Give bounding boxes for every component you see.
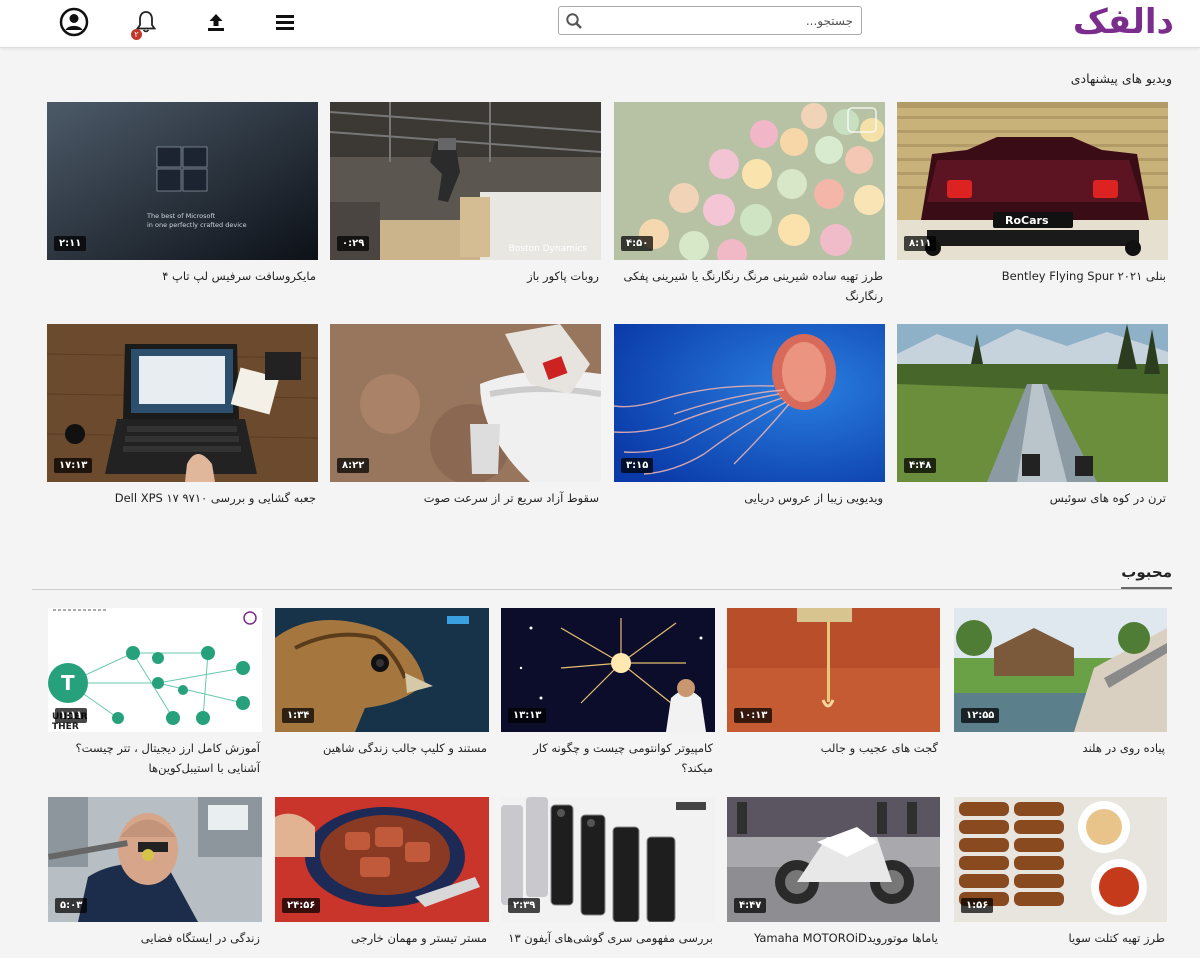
- video-card[interactable]: ۴:۴۷ یاماها موتورویدYamaha MOTOROiD: [727, 797, 940, 948]
- suggested-section-title: ویدیو های پیشنهادی: [1070, 71, 1172, 86]
- video-duration: ۰:۲۹: [337, 236, 370, 251]
- video-title[interactable]: بررسی مفهومی سری گوشی‌های آیفون ۱۳: [501, 928, 715, 948]
- video-card[interactable]: ۵:۰۳ زندگی در ایستگاه فضایی: [48, 797, 262, 948]
- video-thumbnail[interactable]: ۲۴:۵۶: [275, 797, 489, 922]
- video-thumbnail[interactable]: ۴:۵۰: [614, 102, 885, 260]
- video-thumbnail[interactable]: ۱:۵۶: [954, 797, 1167, 922]
- video-title[interactable]: یاماها موتورویدYamaha MOTOROiD: [727, 928, 940, 948]
- search-input[interactable]: [593, 10, 853, 31]
- site-logo[interactable]: دالفک: [1073, 2, 1175, 42]
- video-card[interactable]: ۸:۲۲ سقوط آزاد سریع تر از سرعت صوت: [330, 324, 601, 508]
- video-thumbnail[interactable]: ۱۰:۱۳: [727, 608, 940, 732]
- video-duration: ۸:۱۱: [904, 236, 937, 251]
- video-thumbnail[interactable]: ۱۳:۱۳: [501, 608, 715, 732]
- thumbnail-overlay-text: Boston Dynamics: [508, 244, 587, 254]
- video-thumbnail[interactable]: ۳:۱۵: [614, 324, 885, 482]
- upload-icon[interactable]: [201, 7, 231, 37]
- search-box: [558, 6, 862, 35]
- video-title[interactable]: گجت های عجیب و جالب: [727, 738, 940, 758]
- video-title[interactable]: جعبه گشایی و بررسی Dell XPS ۱۷ ۹۷۱۰: [47, 488, 318, 508]
- video-card[interactable]: ۱۰:۱۳ گجت های عجیب و جالب: [727, 608, 940, 758]
- video-title[interactable]: مستر تیستر و مهمان خارجی: [275, 928, 489, 948]
- video-title[interactable]: پیاده روی در هلند: [954, 738, 1167, 758]
- video-thumbnail[interactable]: T UNDER THER ACCOUNT ۱:۱۱: [48, 608, 262, 732]
- video-title[interactable]: ترن در کوه های سوئیس: [897, 488, 1168, 508]
- video-title[interactable]: مایکروسافت سرفیس لپ تاپ ۴: [47, 266, 318, 286]
- video-card[interactable]: ۱۲:۵۵ پیاده روی در هلند: [954, 608, 1167, 758]
- video-duration: ۵:۰۳: [55, 898, 88, 913]
- video-card[interactable]: ۱۳:۱۳ کامپیوتر کوانتومی چیست و چگونه کار…: [501, 608, 715, 778]
- video-duration: ۸:۲۲: [337, 458, 370, 473]
- search-icon[interactable]: [565, 12, 583, 30]
- video-card[interactable]: ۴:۴۸ ترن در کوه های سوئیس: [897, 324, 1168, 508]
- video-title[interactable]: سقوط آزاد سریع تر از سرعت صوت: [330, 488, 601, 508]
- video-duration: ۴:۵۰: [621, 236, 654, 251]
- video-thumbnail[interactable]: ۴:۴۸: [897, 324, 1168, 482]
- video-thumbnail[interactable]: ۱۷:۱۳: [47, 324, 318, 482]
- video-card[interactable]: ۱:۳۴ مستند و کلیپ جالب زندگی شاهین: [275, 608, 489, 758]
- video-duration: ۱:۳۴: [282, 708, 315, 723]
- video-title[interactable]: کامپیوتر کوانتومی چیست و چگونه کار میکند…: [501, 738, 715, 778]
- video-duration: ۱:۱۱: [55, 708, 88, 723]
- popular-section-title: محبوب: [1121, 563, 1172, 589]
- thumbnail-overlay-text: RoCars: [1005, 214, 1049, 227]
- video-title[interactable]: طرز تهیه کتلت سویا: [954, 928, 1167, 948]
- svg-text:T: T: [61, 671, 75, 695]
- video-card[interactable]: RoCars ۸:۱۱ بنلی Bentley Flying Spur ۲۰۲…: [897, 102, 1168, 286]
- video-thumbnail[interactable]: ۴:۴۷: [727, 797, 940, 922]
- video-duration: ۴:۴۸: [904, 458, 937, 473]
- video-card[interactable]: Boston Dynamics ۰:۲۹ روبات پاکور باز: [330, 102, 601, 286]
- video-duration: ۱۳:۱۳: [508, 708, 547, 723]
- video-card[interactable]: ۱:۵۶ طرز تهیه کتلت سویا: [954, 797, 1167, 948]
- video-thumbnail[interactable]: ۸:۲۲: [330, 324, 601, 482]
- video-card[interactable]: ۳:۱۵ ویدیویی زیبا از عروس دریایی: [614, 324, 885, 508]
- video-title[interactable]: طرز تهیه ساده شیرینی مرنگ رنگارنگ یا شیر…: [614, 266, 885, 306]
- video-duration: ۲۴:۵۶: [282, 898, 321, 913]
- video-thumbnail[interactable]: Boston Dynamics ۰:۲۹: [330, 102, 601, 260]
- section-divider: [32, 589, 1172, 590]
- video-thumbnail[interactable]: ۱:۳۴: [275, 608, 489, 732]
- account-icon[interactable]: [59, 7, 89, 37]
- video-duration: ۱۰:۱۳: [734, 708, 773, 723]
- video-thumbnail[interactable]: ۲:۳۹: [501, 797, 715, 922]
- video-card[interactable]: ۲۴:۵۶ مستر تیستر و مهمان خارجی: [275, 797, 489, 948]
- video-duration: ۲:۱۱: [54, 236, 87, 251]
- video-title[interactable]: زندگی در ایستگاه فضایی: [48, 928, 262, 948]
- video-card[interactable]: ۴:۵۰ طرز تهیه ساده شیرینی مرنگ رنگارنگ ی…: [614, 102, 885, 306]
- video-duration: ۱:۵۶: [961, 898, 994, 913]
- video-duration: ۴:۴۷: [734, 898, 767, 913]
- notification-badge: ۲: [131, 29, 142, 40]
- video-card[interactable]: ۲:۳۹ بررسی مفهومی سری گوشی‌های آیفون ۱۳: [501, 797, 715, 948]
- notification-bell-icon[interactable]: ۲: [131, 7, 161, 40]
- video-card[interactable]: T UNDER THER ACCOUNT ۱:۱۱ آموزش کامل ارز…: [48, 608, 262, 778]
- menu-icon[interactable]: [270, 7, 300, 37]
- video-duration: ۲:۳۹: [508, 898, 541, 913]
- video-duration: ۳:۱۵: [621, 458, 654, 473]
- top-header: ۲ دالفک: [0, 0, 1200, 48]
- thumbnail-overlay-text: The best of Microsoft in one perfectly c…: [147, 212, 247, 229]
- video-thumbnail[interactable]: The best of Microsoft in one perfectly c…: [47, 102, 318, 260]
- video-title[interactable]: آموزش کامل ارز دیجیتال ، تتر چیست؟ آشنای…: [48, 738, 262, 778]
- video-duration: ۱۷:۱۳: [54, 458, 93, 473]
- video-title[interactable]: بنلی Bentley Flying Spur ۲۰۲۱: [897, 266, 1168, 286]
- video-title[interactable]: مستند و کلیپ جالب زندگی شاهین: [275, 738, 489, 758]
- video-title[interactable]: ویدیویی زیبا از عروس دریایی: [614, 488, 885, 508]
- video-thumbnail[interactable]: ۱۲:۵۵: [954, 608, 1167, 732]
- video-thumbnail[interactable]: ۵:۰۳: [48, 797, 262, 922]
- video-card[interactable]: ۱۷:۱۳ جعبه گشایی و بررسی Dell XPS ۱۷ ۹۷۱…: [47, 324, 318, 508]
- video-card[interactable]: The best of Microsoft in one perfectly c…: [47, 102, 318, 286]
- video-title[interactable]: روبات پاکور باز: [330, 266, 601, 286]
- video-thumbnail[interactable]: RoCars ۸:۱۱: [897, 102, 1168, 260]
- video-duration: ۱۲:۵۵: [961, 708, 1000, 723]
